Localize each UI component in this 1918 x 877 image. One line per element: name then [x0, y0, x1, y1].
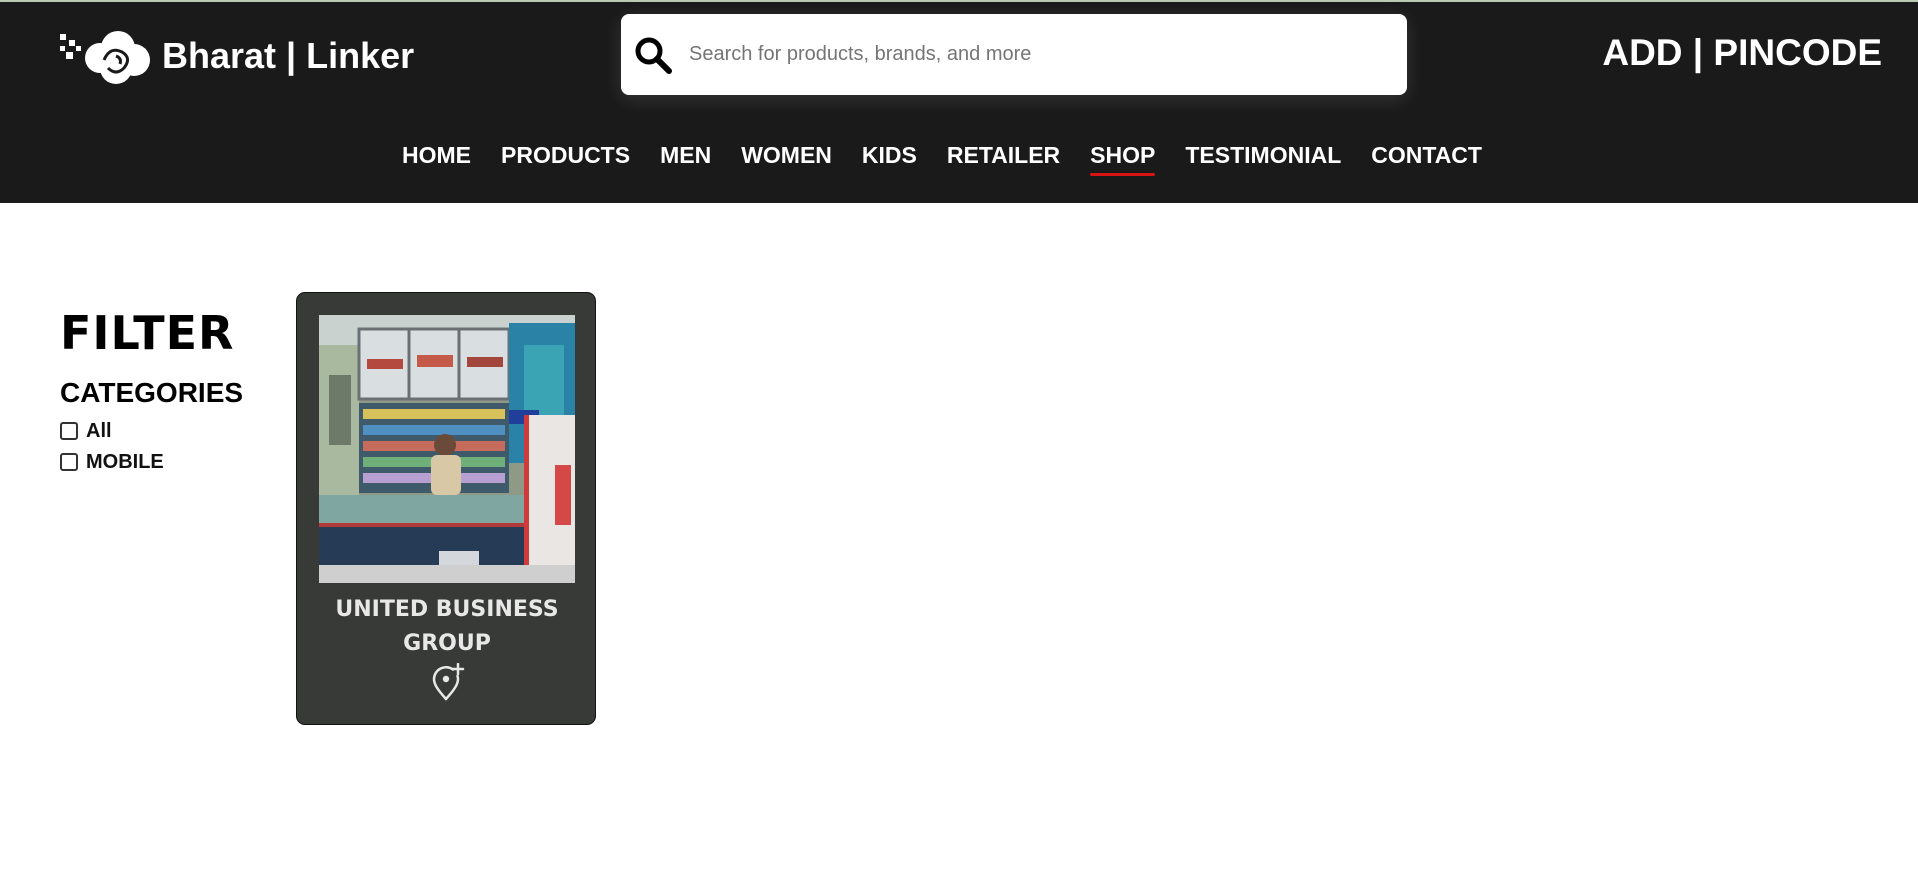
search-icon[interactable] — [633, 35, 673, 75]
nav-women[interactable]: WOMEN — [741, 142, 832, 175]
category-label: MOBILE — [86, 450, 164, 473]
filter-panel: FILTER CATEGORIES All MOBILE — [60, 308, 243, 473]
filter-heading: FILTER — [60, 306, 235, 360]
nav-kids[interactable]: KIDS — [862, 142, 917, 175]
nav-products[interactable]: PRODUCTS — [501, 142, 630, 175]
brand-name: Bharat | Linker — [162, 35, 415, 76]
category-option-all[interactable]: All — [60, 420, 243, 442]
brand-logo[interactable]: Bharat | Linker — [60, 26, 414, 86]
search-bar — [621, 14, 1407, 95]
nav-retailer[interactable]: RETAILER — [947, 142, 1060, 175]
shop-photo[interactable] — [319, 315, 575, 583]
site-header: Bharat | Linker ADD | PINCODE HOME PRODU… — [0, 2, 1918, 203]
category-checkbox[interactable] — [60, 453, 78, 471]
main-nav: HOME PRODUCTS MEN WOMEN KIDS RETAILER SH… — [0, 142, 1918, 176]
add-location-icon[interactable] — [431, 663, 465, 701]
shop-photo-illustration — [319, 315, 575, 583]
category-option-mobile[interactable]: MOBILE — [60, 451, 243, 473]
category-checkbox[interactable] — [60, 422, 78, 440]
nav-home[interactable]: HOME — [402, 142, 471, 175]
nav-shop[interactable]: SHOP — [1090, 142, 1156, 176]
cloud-logo-icon — [60, 31, 150, 84]
nav-contact[interactable]: CONTACT — [1371, 142, 1482, 175]
search-input[interactable] — [689, 24, 1379, 85]
shop-name[interactable]: UNITED BUSINESS GROUP — [297, 593, 597, 661]
categories-heading: CATEGORIES — [60, 377, 244, 408]
shop-card[interactable]: UNITED BUSINESS GROUP — [296, 292, 596, 725]
category-label: All — [86, 419, 112, 442]
nav-testimonial[interactable]: TESTIMONIAL — [1185, 142, 1341, 175]
add-pincode-link[interactable]: ADD | PINCODE — [1602, 32, 1882, 74]
nav-men[interactable]: MEN — [660, 142, 711, 175]
